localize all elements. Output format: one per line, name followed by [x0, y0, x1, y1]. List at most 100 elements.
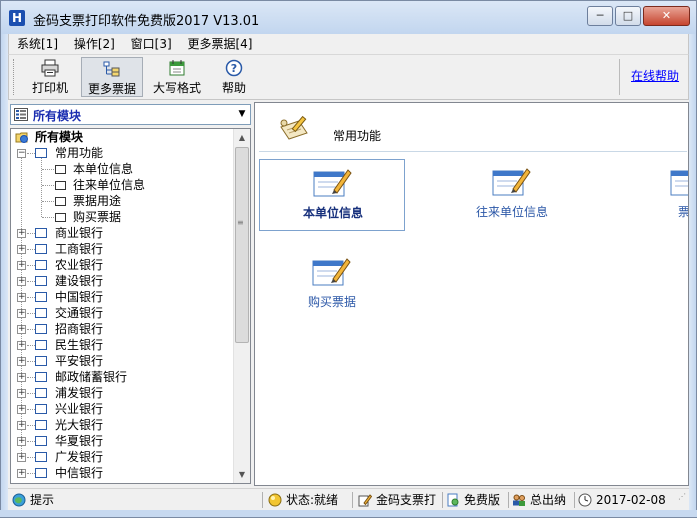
tree-branch-line: [27, 473, 35, 474]
tree-node-bank[interactable]: + 平安银行: [11, 353, 233, 369]
node-box-icon: [35, 436, 47, 446]
node-box-icon: [35, 228, 47, 238]
func-bill-usage[interactable]: 票据: [617, 159, 688, 231]
tree-leaf[interactable]: 本单位信息: [11, 161, 233, 177]
expand-icon[interactable]: +: [17, 245, 26, 254]
status-product: 金码支票打: [358, 491, 440, 509]
collapse-icon[interactable]: −: [17, 149, 26, 158]
node-box-icon: [35, 308, 47, 318]
tree-node-label: 建设银行: [55, 274, 104, 288]
expand-icon[interactable]: +: [17, 373, 26, 382]
toolbar: 打印机 更多票据 大写格式 ? 帮助 在线帮助: [8, 54, 689, 100]
more-bills-icon: [103, 61, 120, 77]
menu-operation[interactable]: 操作[2]: [70, 34, 119, 54]
tree-node-bank[interactable]: + 广发银行: [11, 449, 233, 465]
expand-icon[interactable]: +: [17, 341, 26, 350]
status-bar: 提示 状态:就绪 金码支票打 免费版 总出纳 2017-02-08 ⋰: [8, 488, 689, 510]
tree-node-bank[interactable]: + 浦发银行: [11, 385, 233, 401]
window-border-bottom: [0, 510, 697, 518]
node-box-icon: [35, 404, 47, 414]
scroll-up-icon[interactable]: ▲: [234, 129, 250, 146]
expand-icon[interactable]: +: [17, 405, 26, 414]
tree-branch-line: [42, 185, 54, 186]
tree-node-bank[interactable]: + 交通银行: [11, 305, 233, 321]
expand-icon[interactable]: +: [17, 469, 26, 478]
func-buy-bills[interactable]: 购买票据: [259, 249, 405, 321]
uppercase-format-button[interactable]: 大写格式: [145, 57, 209, 97]
printer-button[interactable]: 打印机: [25, 57, 75, 97]
scroll-down-icon[interactable]: ▼: [234, 466, 250, 483]
expand-icon[interactable]: +: [17, 325, 26, 334]
online-help-link[interactable]: 在线帮助: [631, 67, 679, 84]
help-button[interactable]: ? 帮助: [213, 57, 255, 97]
tree-root[interactable]: 所有模块: [13, 129, 235, 145]
tree-node-bank[interactable]: + 招商银行: [11, 321, 233, 337]
leaf-box-icon: [55, 165, 66, 174]
expand-icon[interactable]: +: [17, 389, 26, 398]
tree-branch-line: [27, 361, 35, 362]
func-own-unit-info[interactable]: 本单位信息: [259, 159, 405, 231]
group-title: 常用功能: [333, 129, 382, 143]
expand-icon[interactable]: +: [17, 437, 26, 446]
tree-node-bank[interactable]: + 商业银行: [11, 225, 233, 241]
func-partner-info[interactable]: 往来单位信息: [439, 159, 585, 231]
tree-node-label: 交通银行: [55, 306, 104, 320]
menu-more-bills[interactable]: 更多票据[4]: [183, 34, 256, 54]
leaf-box-icon: [55, 197, 66, 206]
chevron-down-icon[interactable]: ▼: [234, 105, 250, 124]
resize-grip-icon[interactable]: ⋰: [678, 493, 689, 506]
tree-branch-line: [27, 265, 35, 266]
tree-node-label: 招商银行: [55, 322, 104, 336]
more-bills-label: 更多票据: [87, 82, 136, 96]
tree-node-common[interactable]: − 常用功能: [11, 145, 233, 161]
help-icon: ?: [225, 59, 243, 77]
tree-node-bank[interactable]: + 民生银行: [11, 337, 233, 353]
expand-icon[interactable]: +: [17, 309, 26, 318]
toolbar-grip[interactable]: [13, 59, 16, 95]
tree-branch-line: [42, 217, 54, 218]
expand-icon[interactable]: +: [17, 453, 26, 462]
expand-icon[interactable]: +: [17, 421, 26, 430]
expand-icon[interactable]: +: [17, 293, 26, 302]
tree-node-label: 平安银行: [55, 354, 104, 368]
tree-node-bank[interactable]: + 光大银行: [11, 417, 233, 433]
clock-icon: [578, 493, 592, 507]
expand-icon[interactable]: +: [17, 357, 26, 366]
expand-icon[interactable]: +: [17, 261, 26, 270]
node-box-icon: [35, 292, 47, 302]
tree-node-bank[interactable]: + 工商银行: [11, 241, 233, 257]
tree-vertical-scrollbar[interactable]: ▲ ≡ ▼: [233, 129, 250, 483]
tree-node-bank[interactable]: + 中信银行: [11, 465, 233, 481]
expand-icon[interactable]: +: [17, 229, 26, 238]
tree-branch-line: [27, 249, 35, 250]
tree-leaf[interactable]: 购买票据: [11, 209, 233, 225]
tree-node-bank[interactable]: + 中国银行: [11, 289, 233, 305]
menu-window[interactable]: 窗口[3]: [127, 34, 176, 54]
maximize-button[interactable]: □: [615, 6, 641, 26]
scrollbar-thumb[interactable]: [235, 147, 249, 343]
status-separator: [442, 492, 443, 508]
svg-text:?: ?: [231, 62, 237, 75]
tree-node-bank[interactable]: + 建设银行: [11, 273, 233, 289]
tree-leaf-label: 往来单位信息: [73, 178, 146, 192]
tree-leaf[interactable]: 往来单位信息: [11, 177, 233, 193]
menu-system[interactable]: 系统[1]: [13, 34, 62, 54]
tree-leaf[interactable]: 票据用途: [11, 193, 233, 209]
printer-label: 打印机: [31, 81, 68, 95]
status-ball-icon: [268, 493, 282, 507]
edit-icon: [358, 494, 372, 507]
close-button[interactable]: ✕: [643, 6, 690, 26]
status-date: 2017-02-08: [578, 491, 674, 509]
tree-node-bank[interactable]: + 兴业银行: [11, 401, 233, 417]
tree-node-bank[interactable]: + 华夏银行: [11, 433, 233, 449]
tree-node-bank[interactable]: + 邮政储蓄银行: [11, 369, 233, 385]
module-select[interactable]: 所有模块 ▼: [10, 104, 251, 125]
minimize-button[interactable]: ─: [587, 6, 613, 26]
tree-branch-line: [42, 201, 54, 202]
group-header[interactable]: 常用功能: [257, 105, 687, 151]
more-bills-button[interactable]: 更多票据: [81, 57, 143, 97]
expand-icon[interactable]: +: [17, 277, 26, 286]
tree-node-bank[interactable]: + 农业银行: [11, 257, 233, 273]
node-box-icon: [35, 372, 47, 382]
tree-branch-line: [42, 169, 54, 170]
